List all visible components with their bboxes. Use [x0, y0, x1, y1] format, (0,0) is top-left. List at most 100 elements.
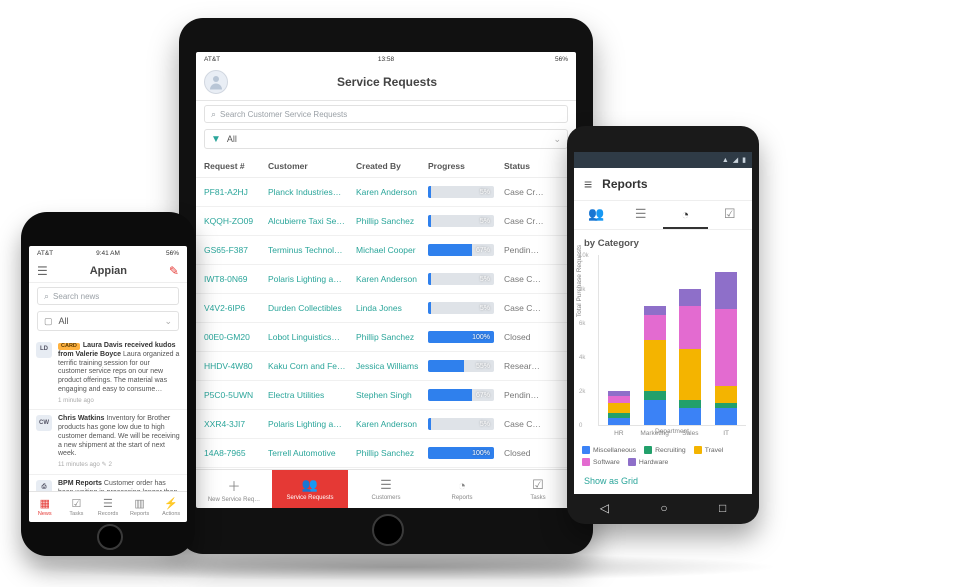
tab-service-requests[interactable]: 👥Service Requests — [272, 470, 348, 508]
recents-icon[interactable]: □ — [719, 501, 726, 515]
chart-bar[interactable] — [608, 391, 630, 425]
cell-request[interactable]: IWT8-0N69 — [204, 274, 268, 284]
cell-customer[interactable]: Electra Utilities — [268, 390, 356, 400]
tab-chart[interactable]: ◔ — [663, 201, 708, 229]
menu-icon[interactable]: ☰ — [37, 264, 48, 278]
table-row[interactable]: V4V2-6IP6Durden CollectiblesLinda Jones5… — [196, 294, 576, 323]
tab-reports[interactable]: ◔Reports — [424, 470, 500, 508]
tab-customers[interactable]: ☰Customers — [348, 470, 424, 508]
cell-created-by[interactable]: Jessica Williams — [356, 361, 428, 371]
home-icon[interactable]: ○ — [660, 501, 667, 515]
signal-icon: ◢ — [733, 156, 738, 164]
cell-status: Case Cr… — [504, 187, 568, 197]
cell-created-by[interactable]: Linda Jones — [356, 303, 428, 313]
feed-post[interactable]: CWChris Watkins Inventory for Brother pr… — [29, 410, 187, 475]
table-row[interactable]: PF81-A2HJPlanck Industries…Karen Anderso… — [196, 178, 576, 207]
cell-request[interactable]: HHDV-4W80 — [204, 361, 268, 371]
cell-created-by[interactable]: Stephen Singh — [356, 390, 428, 400]
chart-bar[interactable] — [644, 306, 666, 425]
cell-created-by[interactable]: Phillip Sanchez — [356, 216, 428, 226]
tab-people[interactable]: 👥 — [574, 201, 619, 227]
tab-new-request[interactable]: ＋New Service Req… — [196, 470, 272, 508]
cell-request[interactable]: P5C0-5UWN — [204, 390, 268, 400]
cell-customer[interactable]: Lobot Linguistics… — [268, 332, 356, 342]
cell-customer[interactable]: Alcubierre Taxi Se… — [268, 216, 356, 226]
col-created-by[interactable]: Created By — [356, 161, 428, 171]
tab-list[interactable]: ☰ — [619, 201, 664, 227]
home-button[interactable] — [372, 514, 404, 546]
tab-records[interactable]: ☰Records — [92, 492, 124, 522]
plus-user-icon: ＋ — [227, 476, 240, 495]
chart-bar[interactable] — [715, 272, 737, 425]
cell-customer[interactable]: Planck Industries… — [268, 187, 356, 197]
list-icon: ☰ — [103, 497, 113, 510]
cell-progress: 5% — [428, 186, 504, 198]
cell-request[interactable]: V4V2-6IP6 — [204, 303, 268, 313]
avatar[interactable] — [204, 70, 228, 94]
show-as-grid-link[interactable]: Show as Grid — [574, 472, 752, 494]
cell-request[interactable]: 14A8-7965 — [204, 448, 268, 458]
cell-customer[interactable]: Terminus Technol… — [268, 245, 356, 255]
tab-reports[interactable]: ▥Reports — [124, 492, 156, 522]
cell-customer[interactable]: Kaku Corn and Fe… — [268, 361, 356, 371]
cell-customer[interactable]: Terrell Automotive — [268, 448, 356, 458]
search-input[interactable]: ⌕ Search Customer Service Requests — [204, 105, 568, 123]
col-progress[interactable]: Progress — [428, 161, 504, 171]
chart-bar[interactable] — [679, 289, 701, 425]
table-header: Request # Customer Created By Progress S… — [196, 155, 576, 178]
check-icon: ☑ — [532, 477, 544, 493]
table-row[interactable]: P5C0-5UWNElectra UtilitiesStephen Singh6… — [196, 381, 576, 410]
table-row[interactable]: GS65-F387Terminus Technol…Michael Cooper… — [196, 236, 576, 265]
feed-post[interactable]: ⎙BPM Reports Customer order has been wai… — [29, 475, 187, 491]
legend-label: Software — [593, 459, 620, 466]
cell-progress: 67% — [428, 244, 504, 256]
feed-post[interactable]: LDCARDLaura Davis received kudos from Va… — [29, 337, 187, 410]
menu-icon[interactable]: ≡ — [584, 176, 592, 192]
back-icon[interactable]: ◁ — [600, 501, 609, 515]
table-row[interactable]: HHDV-4W80Kaku Corn and Fe…Jessica Willia… — [196, 352, 576, 381]
table-row[interactable]: 14A8-7965Terrell AutomotivePhillip Sanch… — [196, 439, 576, 468]
cell-created-by[interactable]: Karen Anderson — [356, 274, 428, 284]
cell-created-by[interactable]: Karen Anderson — [356, 419, 428, 429]
table-row[interactable]: 00E0-GM20Lobot Linguistics…Phillip Sanch… — [196, 323, 576, 352]
cell-created-by[interactable]: Phillip Sanchez — [356, 332, 428, 342]
filter-dropdown[interactable]: ▼All ⌄ — [204, 129, 568, 149]
cell-customer[interactable]: Polaris Lighting a… — [268, 419, 356, 429]
tab-tasks[interactable]: ☑ — [708, 201, 753, 227]
legend-item[interactable]: Software — [582, 458, 620, 466]
legend-item[interactable]: Travel — [694, 446, 724, 454]
cell-created-by[interactable]: Phillip Sanchez — [356, 448, 428, 458]
col-request[interactable]: Request # — [204, 161, 268, 171]
col-customer[interactable]: Customer — [268, 161, 356, 171]
legend-item[interactable]: Recruiting — [644, 446, 686, 454]
android-view-tabs: 👥 ☰ ◔ ☑ — [574, 201, 752, 230]
news-feed[interactable]: LDCARDLaura Davis received kudos from Va… — [29, 337, 187, 491]
legend-item[interactable]: Miscellaneous — [582, 446, 636, 454]
tab-tasks[interactable]: ☑Tasks — [500, 470, 576, 508]
iphone-bottom-tabs: ▦News ☑Tasks ☰Records ▥Reports ⚡Actions — [29, 491, 187, 522]
search-input[interactable]: ⌕ Search news — [37, 287, 179, 305]
tab-actions[interactable]: ⚡Actions — [155, 492, 187, 522]
filter-dropdown[interactable]: ▢All ⌄ — [37, 311, 179, 331]
table-row[interactable]: XXR4-3JI7Polaris Lighting a…Karen Anders… — [196, 410, 576, 439]
cell-request[interactable]: 00E0-GM20 — [204, 332, 268, 342]
cell-request[interactable]: KQQH-ZO09 — [204, 216, 268, 226]
cell-request[interactable]: GS65-F387 — [204, 245, 268, 255]
chart-legend: Miscellaneous Recruiting Travel Software Har… — [574, 440, 752, 472]
cell-created-by[interactable]: Michael Cooper — [356, 245, 428, 255]
clock-label: 13:58 — [196, 56, 576, 63]
cell-customer[interactable]: Durden Collectibles — [268, 303, 356, 313]
compose-icon[interactable]: ✎ — [169, 264, 179, 278]
tab-tasks[interactable]: ☑Tasks — [61, 492, 93, 522]
table-row[interactable]: KQQH-ZO09Alcubierre Taxi Se…Phillip Sanc… — [196, 207, 576, 236]
cell-created-by[interactable]: Karen Anderson — [356, 187, 428, 197]
cell-progress: 5% — [428, 418, 504, 430]
cell-request[interactable]: XXR4-3JI7 — [204, 419, 268, 429]
table-row[interactable]: IWT8-0N69Polaris Lighting a…Karen Anders… — [196, 265, 576, 294]
col-status[interactable]: Status — [504, 161, 568, 171]
cell-request[interactable]: PF81-A2HJ — [204, 187, 268, 197]
home-button[interactable] — [97, 524, 123, 550]
cell-customer[interactable]: Polaris Lighting a… — [268, 274, 356, 284]
tab-news[interactable]: ▦News — [29, 492, 61, 522]
legend-item[interactable]: Hardware — [628, 458, 668, 466]
